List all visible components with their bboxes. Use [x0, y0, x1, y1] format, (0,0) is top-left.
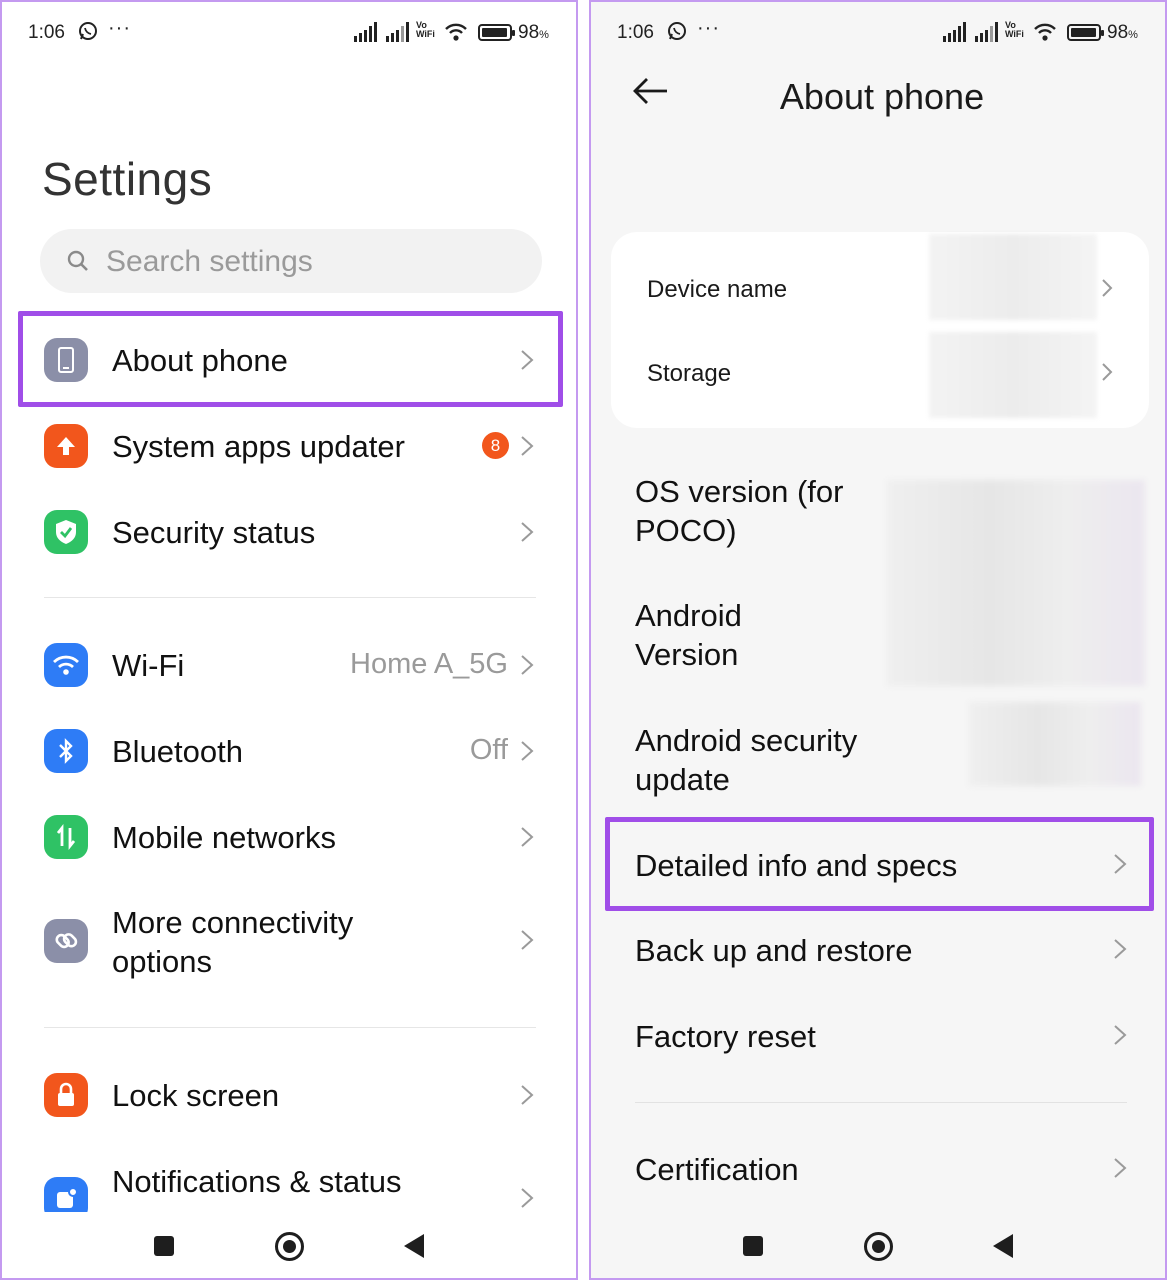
info-label-line2: POCO) [635, 513, 737, 548]
menu-item-label: Certification [635, 1152, 799, 1187]
wifi-status-icon [1034, 23, 1056, 41]
update-count-badge: 8 [482, 432, 509, 459]
device-info-card: Device name Storage [611, 232, 1149, 428]
settings-item-label: Notifications & status [112, 1164, 402, 1199]
chevron-right-icon [1114, 1158, 1127, 1178]
battery-icon [478, 24, 515, 41]
settings-item-system-apps-updater[interactable]: System apps updater 8 [2, 408, 576, 484]
signal-icon-2 [975, 22, 998, 42]
about-phone-screen: 1:06 ··· Vo WiFi 98% About phone Device n… [589, 0, 1167, 1280]
status-bar: 1:06 ··· Vo WiFi 98% [28, 17, 550, 46]
status-bar: 1:06 ··· Vo WiFi 98% [617, 17, 1139, 46]
search-placeholder: Search settings [106, 245, 313, 278]
wifi-network-value: Home A_5G [350, 648, 508, 680]
chevron-right-icon [521, 1085, 534, 1105]
battery-fill [1071, 28, 1097, 37]
highlight-detailed-info [605, 817, 1154, 911]
chevron-right-icon [1102, 279, 1113, 297]
settings-item-lock-screen[interactable]: Lock screen [2, 1057, 576, 1133]
battery-icon [1067, 24, 1104, 41]
device-name-label: Device name [647, 276, 788, 303]
link-icon [44, 919, 88, 963]
bluetooth-state-value: Off [469, 734, 508, 766]
chevron-right-icon [521, 930, 534, 950]
status-time: 1:06 [28, 22, 65, 43]
settings-item-more-connectivity[interactable]: More connectivity options [2, 885, 576, 997]
info-label-line2: Version [635, 637, 739, 672]
vowifi-icon: Vo WiFi [1005, 20, 1024, 39]
signal-icon-2 [386, 22, 409, 42]
redacted-values [887, 480, 1145, 686]
whatsapp-icon [79, 22, 97, 40]
battery-fill [482, 28, 508, 37]
settings-item-label-line2: options [112, 944, 212, 979]
bluetooth-icon [44, 729, 88, 773]
chevron-right-icon [521, 741, 534, 761]
page-title: About phone [779, 76, 985, 117]
navigation-bar [591, 1212, 1165, 1278]
settings-item-label: Mobile networks [112, 820, 336, 855]
lock-icon [44, 1073, 88, 1117]
vowifi-icon: Vo WiFi [416, 20, 435, 39]
notification-icon [44, 1177, 88, 1212]
settings-item-mobile-networks[interactable]: Mobile networks [2, 799, 576, 875]
signal-icon [943, 22, 966, 42]
recents-button[interactable] [743, 1236, 763, 1256]
settings-item-label: System apps updater [112, 429, 405, 464]
signal-icon [354, 22, 377, 42]
chevron-right-icon [521, 436, 534, 456]
info-label: OS version (for [635, 474, 844, 509]
shield-check-icon [44, 510, 88, 554]
battery-percent: 98% [1107, 22, 1138, 43]
redacted-value [929, 234, 1097, 320]
chevron-right-icon [521, 827, 534, 847]
recents-button[interactable] [154, 1236, 174, 1256]
settings-item-label: More connectivity [112, 905, 354, 940]
home-button[interactable] [275, 1232, 304, 1261]
redacted-value [929, 332, 1097, 418]
search-settings-field[interactable]: Search settings [40, 229, 542, 293]
settings-item-bluetooth[interactable]: Bluetooth Off [2, 713, 576, 789]
info-label: Android [635, 598, 742, 633]
more-notifications-icon: ··· [697, 17, 720, 39]
back-button[interactable] [993, 1234, 1013, 1258]
settings-item-label: Security status [112, 515, 316, 550]
section-divider [44, 1027, 536, 1028]
page-title: Settings [42, 153, 213, 205]
chevron-right-icon [521, 655, 534, 675]
settings-item-notifications[interactable]: Notifications & status [2, 1143, 576, 1212]
wifi-status-icon [445, 23, 467, 41]
section-divider [635, 1102, 1127, 1103]
info-label: Android security [635, 723, 858, 758]
settings-screen: 1:06 ··· Vo WiFi 98% Settings Search sett… [0, 0, 578, 1280]
whatsapp-icon [668, 22, 686, 40]
info-label-line2: update [635, 762, 730, 797]
more-notifications-icon: ··· [108, 17, 131, 39]
back-button[interactable] [404, 1234, 424, 1258]
redacted-value [969, 702, 1141, 786]
wifi-icon [44, 643, 88, 687]
chevron-right-icon [1114, 1025, 1127, 1045]
settings-item-label: Lock screen [112, 1078, 280, 1113]
navigation-bar [2, 1212, 576, 1278]
section-divider [44, 597, 536, 598]
menu-item-label: Back up and restore [635, 933, 913, 968]
mobile-data-icon [44, 815, 88, 859]
chevron-right-icon [1102, 363, 1113, 381]
menu-item-label: Factory reset [635, 1019, 816, 1054]
status-time: 1:06 [617, 22, 654, 43]
settings-item-security-status[interactable]: Security status [2, 494, 576, 570]
chevron-right-icon [521, 1188, 534, 1208]
home-button[interactable] [864, 1232, 893, 1261]
settings-item-wifi[interactable]: Wi-Fi Home A_5G [2, 627, 576, 703]
chevron-right-icon [521, 522, 534, 542]
highlight-about-phone [18, 311, 563, 407]
search-icon [67, 250, 88, 271]
settings-item-label: Wi-Fi [112, 648, 185, 683]
storage-label: Storage [647, 360, 732, 387]
arrow-up-icon [44, 424, 88, 468]
settings-item-label: Bluetooth [112, 734, 243, 769]
chevron-right-icon [1114, 939, 1127, 959]
battery-percent: 98% [518, 22, 549, 43]
